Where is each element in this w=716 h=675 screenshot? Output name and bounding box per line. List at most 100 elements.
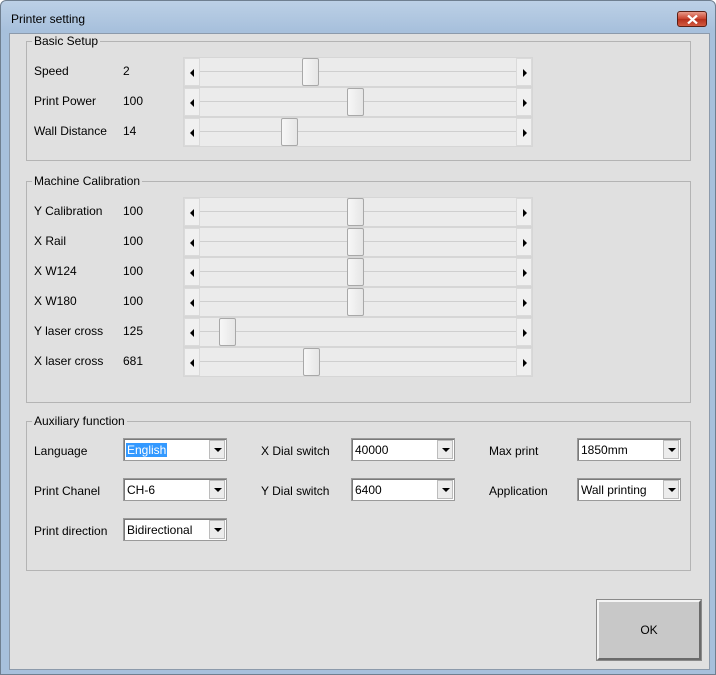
scroll-left-button[interactable] [184,288,200,316]
scroll-track[interactable] [200,88,516,116]
scroll-left-button[interactable] [184,118,200,146]
chevron-down-icon [214,488,222,492]
scroll-right-button[interactable] [516,228,532,256]
y-dial-switch-select[interactable]: 6400 [351,478,455,501]
arrow-right-icon [523,329,527,337]
scroll-thumb[interactable] [347,258,364,286]
speed-value: 2 [123,64,130,78]
max-print-select[interactable]: 1850mm [577,438,681,461]
scroll-left-button[interactable] [184,318,200,346]
scroll-track[interactable] [200,318,516,346]
scroll-thumb[interactable] [219,318,236,346]
dialog-client-area: Basic Setup Speed 2 Print Power 100 Wall… [9,33,710,670]
scroll-thumb[interactable] [281,118,298,146]
chevron-down-icon [214,448,222,452]
application-select[interactable]: Wall printing [577,478,681,501]
print-chanel-label: Print Chanel [34,484,101,498]
scroll-thumb[interactable] [347,288,364,316]
close-button[interactable] [677,11,707,27]
scroll-right-button[interactable] [516,198,532,226]
arrow-left-icon [190,269,194,277]
print-direction-label: Print direction [34,524,108,538]
arrow-right-icon [523,209,527,217]
dropdown-arrow-button[interactable] [209,440,225,459]
scroll-track[interactable] [200,58,516,86]
dropdown-arrow-button[interactable] [663,440,679,459]
scroll-track[interactable] [200,228,516,256]
x-w180-scrollbar[interactable] [183,287,533,317]
scroll-left-button[interactable] [184,198,200,226]
dropdown-arrow-button[interactable] [663,480,679,499]
application-label: Application [489,484,548,498]
dropdown-arrow-button[interactable] [209,480,225,499]
y-calibration-value: 100 [123,204,144,218]
scroll-thumb[interactable] [302,58,319,86]
scroll-left-button[interactable] [184,348,200,376]
printer-setting-window: Printer setting Basic Setup Speed 2 Prin… [0,0,716,675]
dropdown-arrow-button[interactable] [437,440,453,459]
scroll-left-button[interactable] [184,258,200,286]
arrow-left-icon [190,99,194,107]
scroll-right-button[interactable] [516,318,532,346]
scroll-right-button[interactable] [516,348,532,376]
wall-distance-value: 14 [123,124,137,138]
arrow-left-icon [190,209,194,217]
print-chanel-select[interactable]: CH-6 [123,478,227,501]
print-power-label: Print Power [34,94,97,108]
scroll-track[interactable] [200,258,516,286]
dropdown-arrow-button[interactable] [209,520,225,539]
scroll-right-button[interactable] [516,288,532,316]
auxiliary-function-title: Auxiliary function [32,414,127,428]
x-dial-switch-select[interactable]: 40000 [351,438,455,461]
x-w124-scrollbar[interactable] [183,257,533,287]
scroll-thumb[interactable] [347,198,364,226]
scroll-thumb[interactable] [347,228,364,256]
arrow-right-icon [523,269,527,277]
x-rail-label: X Rail [34,234,67,248]
scroll-track[interactable] [200,348,516,376]
close-icon [687,15,698,24]
scroll-right-button[interactable] [516,258,532,286]
print-direction-select[interactable]: Bidirectional [123,518,227,541]
y-calibration-scrollbar[interactable] [183,197,533,227]
x-w180-value: 100 [123,294,144,308]
max-print-label: Max print [489,444,539,458]
window-title: Printer setting [11,12,86,26]
wall-distance-scrollbar[interactable] [183,117,533,147]
arrow-left-icon [190,359,194,367]
y-laser-cross-scrollbar[interactable] [183,317,533,347]
arrow-left-icon [190,299,194,307]
print-power-scrollbar[interactable] [183,87,533,117]
x-laser-cross-label: X laser cross [34,354,104,368]
chevron-down-icon [214,528,222,532]
x-rail-scrollbar[interactable] [183,227,533,257]
scroll-track[interactable] [200,118,516,146]
arrow-right-icon [523,359,527,367]
arrow-left-icon [190,329,194,337]
scroll-right-button[interactable] [516,58,532,86]
dropdown-arrow-button[interactable] [437,480,453,499]
x-w180-label: X W180 [34,294,77,308]
scroll-right-button[interactable] [516,118,532,146]
scroll-left-button[interactable] [184,58,200,86]
scroll-track[interactable] [200,198,516,226]
x-dial-switch-label: X Dial switch [261,444,330,458]
y-laser-cross-value: 125 [123,324,144,338]
chevron-down-icon [668,488,676,492]
title-bar[interactable]: Printer setting [1,1,715,35]
wall-distance-label: Wall Distance [34,124,107,138]
print-chanel-select-value: CH-6 [127,483,156,497]
chevron-down-icon [442,488,450,492]
speed-scrollbar[interactable] [183,57,533,87]
x-laser-cross-scrollbar[interactable] [183,347,533,377]
ok-button[interactable]: OK [596,599,702,661]
scroll-left-button[interactable] [184,228,200,256]
scroll-thumb[interactable] [347,88,364,116]
scroll-track[interactable] [200,288,516,316]
arrow-left-icon [190,129,194,137]
scroll-right-button[interactable] [516,88,532,116]
chevron-down-icon [442,448,450,452]
scroll-thumb[interactable] [303,348,320,376]
language-select[interactable]: English [123,438,227,461]
scroll-left-button[interactable] [184,88,200,116]
